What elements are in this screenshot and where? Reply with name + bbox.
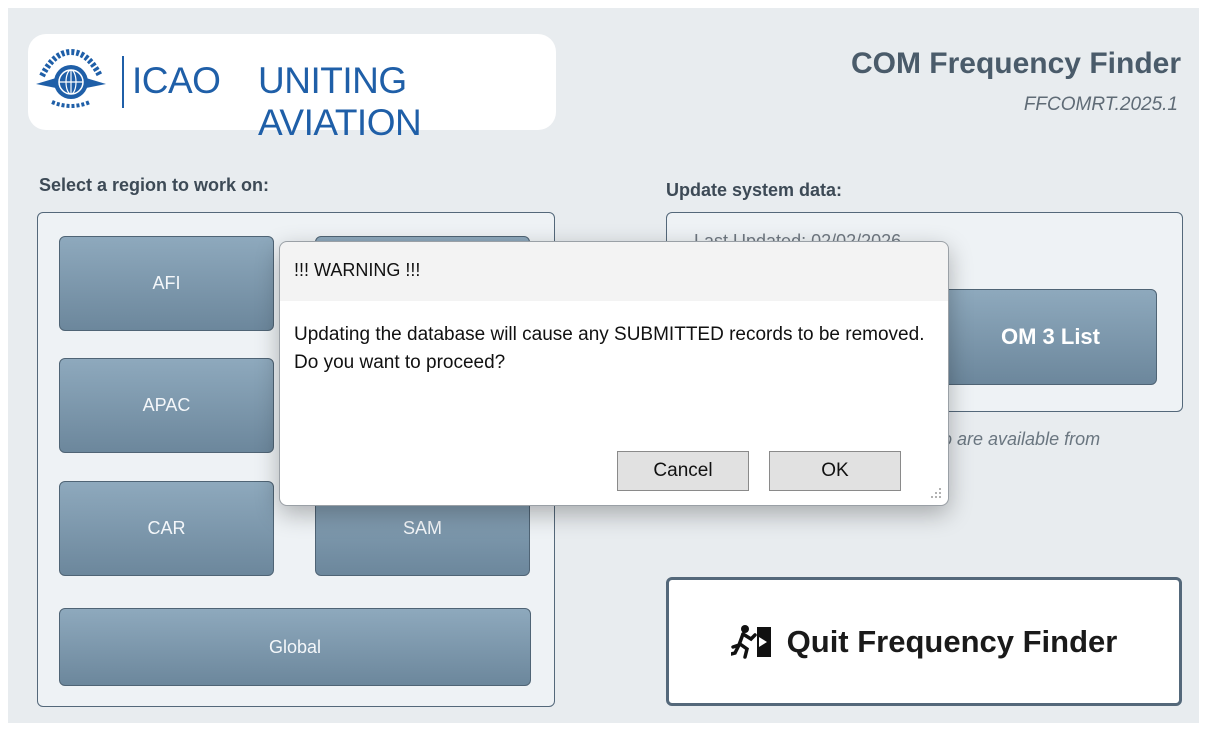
exit-door-icon	[730, 624, 771, 659]
region-button-apac[interactable]: APAC	[59, 358, 274, 453]
region-button-afi[interactable]: AFI	[59, 236, 274, 331]
data-source-note-text: o are available from	[942, 429, 1101, 449]
region-button-global[interactable]: Global	[59, 608, 531, 686]
region-button-car[interactable]: CAR	[59, 481, 274, 576]
dialog-message: Updating the database will cause any SUB…	[294, 324, 925, 373]
dialog-body: Updating the database will cause any SUB…	[280, 301, 948, 505]
icao-emblem-icon	[36, 48, 106, 108]
logo-tagline: UNITING AVIATION	[258, 60, 422, 143]
ok-button[interactable]: OK	[769, 451, 901, 491]
region-section-label: Select a region to work on:	[39, 175, 270, 195]
warning-dialog: !!! WARNING !!! Updating the database wi…	[279, 241, 949, 506]
logo-divider	[122, 56, 124, 108]
logo-acronym: ICAO	[132, 60, 221, 101]
cancel-button[interactable]: Cancel	[617, 451, 749, 491]
dialog-title: !!! WARNING !!!	[294, 260, 421, 280]
quit-button[interactable]: Quit Frequency Finder	[666, 577, 1182, 706]
com-list-button-label: OM 3 List	[1000, 324, 1100, 349]
quit-button-label: Quit Frequency Finder	[786, 623, 1118, 659]
icao-logo: ICAO UNITING AVIATION	[28, 34, 556, 143]
update-section-label: Update system data:	[666, 180, 843, 200]
app-title: COM Frequency Finder	[850, 47, 1181, 80]
resize-grip-icon[interactable]	[928, 485, 942, 499]
app-version: FFCOMRT.2025.1	[1023, 94, 1178, 115]
